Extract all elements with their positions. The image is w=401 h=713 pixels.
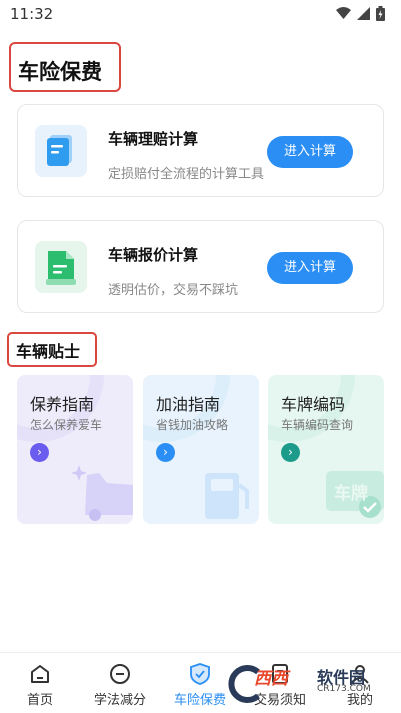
tip-card-license-plate[interactable]: 车牌 车牌编码 车辆编码查询 › bbox=[268, 375, 384, 524]
home-icon bbox=[31, 665, 49, 683]
license-plate-deco-text: 车牌 bbox=[334, 484, 368, 504]
tip-title: 加油指南 bbox=[156, 395, 221, 414]
minus-circle-icon bbox=[110, 664, 130, 684]
tip-card-fuel[interactable]: 加油指南 省钱加油攻略 › bbox=[143, 375, 259, 524]
shield-icon bbox=[190, 663, 210, 685]
enter-calculation-button[interactable]: 进入计算 bbox=[267, 252, 353, 284]
chevron-right-icon[interactable]: › bbox=[156, 443, 175, 462]
claim-calculator-card[interactable]: 车辆理赔计算 定损赔付全流程的计算工具 进入计算 bbox=[17, 104, 384, 197]
status-time: 11:32 bbox=[10, 5, 54, 23]
tip-card-maintenance[interactable]: 保养指南 怎么保养爱车 › bbox=[17, 375, 133, 524]
quote-calculator-card[interactable]: 车辆报价计算 透明估价，交易不踩坑 进入计算 bbox=[17, 220, 384, 313]
tip-title: 保养指南 bbox=[30, 395, 95, 414]
chevron-right-icon[interactable]: › bbox=[30, 443, 49, 462]
signal-icon bbox=[357, 7, 370, 20]
section-title: 车辆贴士 bbox=[16, 342, 81, 361]
nav-label: 学法减分 bbox=[93, 693, 146, 708]
wifi-icon bbox=[336, 7, 351, 19]
status-bar: 11:32 bbox=[0, 0, 401, 30]
document-blue-icon bbox=[35, 125, 87, 177]
status-icons bbox=[336, 6, 385, 21]
watermark-logo: 西西 软件园 CR173.COM bbox=[224, 660, 384, 708]
nav-label: 首页 bbox=[26, 693, 53, 708]
chevron-right-icon[interactable]: › bbox=[281, 443, 300, 462]
nav-item-study[interactable]: 学法减分 bbox=[80, 653, 160, 713]
card-title: 车辆报价计算 bbox=[108, 246, 199, 264]
watermark-left: 西西 bbox=[254, 669, 288, 689]
enter-calculation-button[interactable]: 进入计算 bbox=[267, 136, 353, 168]
tip-subtitle: 省钱加油攻略 bbox=[156, 418, 229, 432]
tip-subtitle: 车辆编码查询 bbox=[281, 418, 354, 432]
page-title: 车险保费 bbox=[18, 60, 102, 84]
card-title: 车辆理赔计算 bbox=[108, 130, 199, 148]
tip-title: 车牌编码 bbox=[281, 395, 346, 414]
tip-subtitle: 怎么保养爱车 bbox=[30, 418, 103, 432]
document-green-icon bbox=[35, 241, 87, 293]
nav-item-home[interactable]: 首页 bbox=[0, 653, 80, 713]
card-subtitle: 透明估价，交易不踩坑 bbox=[108, 283, 239, 298]
watermark-url: CR173.COM bbox=[317, 684, 371, 694]
card-subtitle: 定损赔付全流程的计算工具 bbox=[108, 167, 265, 182]
battery-icon bbox=[376, 6, 385, 21]
